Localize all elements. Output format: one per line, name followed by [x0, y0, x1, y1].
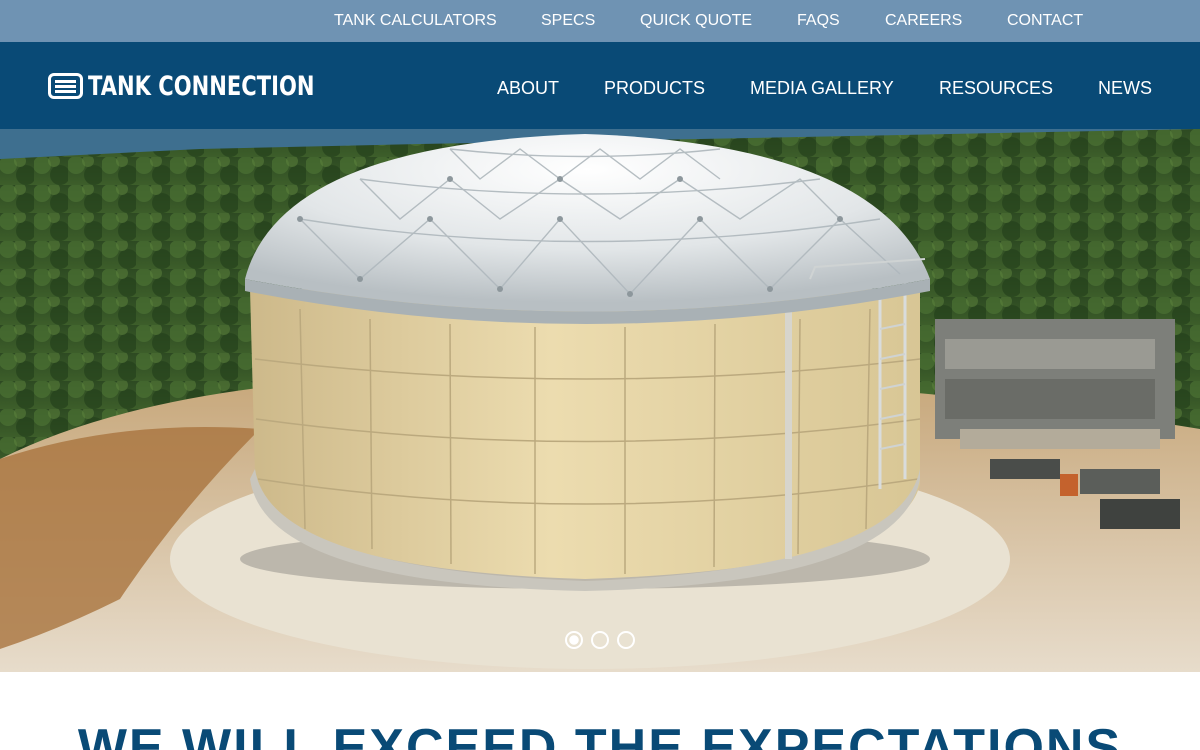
nav-media-gallery[interactable]: MEDIA GALLERY	[750, 42, 894, 129]
slide-dot-1[interactable]	[565, 631, 583, 649]
nav-specs[interactable]: SPECS	[541, 0, 595, 42]
nav-quick-quote[interactable]: QUICK QUOTE	[640, 0, 752, 42]
hero-image	[0, 129, 1200, 672]
nav-news[interactable]: NEWS	[1098, 42, 1152, 129]
nav-careers[interactable]: CAREERS	[885, 0, 962, 42]
tank-logo-icon	[48, 73, 83, 99]
nav-tank-calculators[interactable]: TANK CALCULATORS	[334, 0, 497, 42]
page-headline: WE WILL EXCEED THE EXPECTATIONS	[77, 719, 1123, 750]
nav-resources[interactable]: RESOURCES	[939, 42, 1053, 129]
nav-about[interactable]: ABOUT	[497, 42, 559, 129]
slider-pagination	[565, 631, 635, 649]
site-header: TANK CONNECTION ABOUT PRODUCTS MEDIA GAL…	[0, 42, 1200, 129]
slide-dot-2[interactable]	[591, 631, 609, 649]
nav-faqs[interactable]: FAQS	[797, 0, 840, 42]
nav-contact[interactable]: CONTACT	[1007, 0, 1083, 42]
hero-slider	[0, 129, 1200, 672]
utility-bar: TANK CALCULATORS SPECS QUICK QUOTE FAQS …	[0, 0, 1200, 42]
brand-name: TANK CONNECTION	[88, 70, 315, 102]
slide-dot-3[interactable]	[617, 631, 635, 649]
nav-products[interactable]: PRODUCTS	[604, 42, 705, 129]
brand-logo[interactable]: TANK CONNECTION	[48, 70, 378, 102]
